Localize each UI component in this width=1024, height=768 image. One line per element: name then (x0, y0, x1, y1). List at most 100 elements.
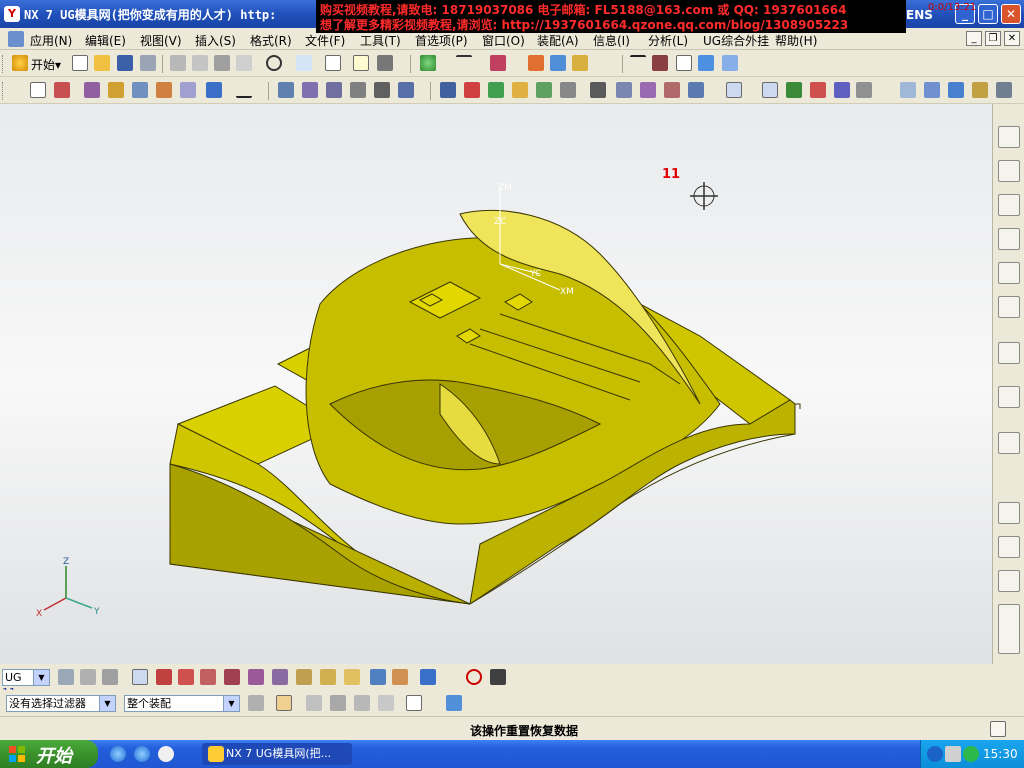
hole-icon[interactable] (572, 55, 588, 71)
resize-blend-icon[interactable] (536, 82, 552, 98)
taskbar-clock[interactable]: 15:30 (983, 747, 1018, 761)
arc-center-icon[interactable] (296, 669, 312, 685)
hd3d-tools-icon[interactable] (998, 262, 1020, 284)
system-scenes-icon[interactable] (998, 536, 1020, 558)
point-select-icon[interactable] (156, 669, 172, 685)
menu-item-edit[interactable]: 编辑(E) (85, 32, 126, 49)
mirror-icon[interactable] (132, 82, 148, 98)
offset-region-icon[interactable] (488, 82, 504, 98)
csys-icon[interactable] (420, 669, 436, 685)
intersection-snap-icon[interactable] (224, 669, 240, 685)
constraint-navigator-icon[interactable] (998, 160, 1020, 182)
extrude-icon[interactable] (528, 55, 544, 71)
curve-select-icon[interactable] (132, 669, 148, 685)
block-icon[interactable] (698, 55, 714, 71)
chevron-down-icon[interactable]: ▼ (33, 670, 49, 685)
menu-item-tools[interactable]: 工具(T) (360, 32, 401, 49)
lasso-icon[interactable] (330, 695, 346, 711)
menu-item-insert[interactable]: 插入(S) (195, 32, 236, 49)
cut-icon[interactable] (170, 55, 186, 71)
undo-icon[interactable] (266, 55, 282, 71)
zoom-icon[interactable] (972, 82, 988, 98)
menu-item-preferences[interactable]: 首选项(P) (415, 32, 468, 49)
menu-item-analysis[interactable]: 分析(L) (648, 32, 688, 49)
tray-network-icon[interactable] (963, 746, 979, 762)
new-file-icon[interactable] (72, 55, 88, 71)
rotate-icon[interactable] (996, 82, 1012, 98)
roles-icon[interactable] (998, 502, 1020, 524)
menu-item-help[interactable]: 帮助(H) (775, 32, 817, 49)
chevron-down-icon[interactable]: ▼ (223, 696, 239, 711)
browser-icon[interactable] (134, 746, 150, 762)
manufacturing-wizard-icon[interactable] (998, 570, 1020, 592)
midpoint-snap-icon[interactable] (200, 669, 216, 685)
point-icon[interactable] (456, 55, 472, 71)
grid-icon[interactable] (490, 669, 506, 685)
menu-item-ug-plugin[interactable]: UG综合外挂 (703, 32, 769, 49)
analysis-icon[interactable] (616, 82, 632, 98)
redo-icon[interactable] (296, 55, 312, 71)
taskbar-item-nx[interactable]: NX 7 UG模具网(把... (202, 743, 352, 765)
copy-icon[interactable] (192, 55, 208, 71)
face-select-icon[interactable] (58, 669, 74, 685)
datum-plane-icon[interactable] (490, 55, 506, 71)
mold-part-model[interactable]: ZM ZC YC XM 11 Z X Y (0, 104, 992, 664)
replace-face-icon[interactable] (512, 82, 528, 98)
type-selector[interactable]: UG ▼ (2, 669, 50, 686)
chain-icon[interactable] (354, 695, 370, 711)
chevron-down-icon[interactable]: ▼ (99, 696, 115, 711)
move-feature-icon[interactable] (326, 82, 342, 98)
rectangle-select-icon[interactable] (406, 695, 422, 711)
info-icon[interactable] (325, 55, 341, 71)
edit-feature-icon[interactable] (278, 82, 294, 98)
tangent-chain-icon[interactable] (378, 695, 394, 711)
view-triad[interactable]: Z X Y (36, 557, 100, 619)
doc-close-button[interactable]: ✕ (1004, 31, 1020, 46)
assembly-select-icon[interactable] (248, 695, 264, 711)
section-icon[interactable] (664, 82, 680, 98)
record-icon[interactable] (466, 669, 482, 685)
menu-app-icon[interactable] (8, 31, 24, 47)
edit-parameter-icon[interactable] (302, 82, 318, 98)
measure-icon[interactable] (590, 82, 606, 98)
close-button[interactable]: ✕ (1001, 4, 1021, 24)
delete-icon[interactable] (236, 55, 252, 71)
paste-icon[interactable] (214, 55, 230, 71)
doc-restore-button[interactable]: ❐ (985, 31, 1001, 46)
selection-scope-dropdown[interactable]: 整个装配 ▼ (124, 695, 240, 712)
synchronous-move-icon[interactable] (440, 82, 456, 98)
menu-item-view[interactable]: 视图(V) (140, 32, 182, 49)
suppress-icon[interactable] (350, 82, 366, 98)
assembly-navigator-icon[interactable] (998, 126, 1020, 148)
menu-item-information[interactable]: 信息(I) (593, 32, 630, 49)
pointer-icon[interactable] (306, 695, 322, 711)
fit-view-icon[interactable] (948, 82, 964, 98)
open-folder-icon[interactable] (94, 55, 110, 71)
snap-icon[interactable] (762, 82, 778, 98)
toolbar-grip[interactable] (2, 55, 5, 73)
tangent-icon[interactable] (320, 669, 336, 685)
curvature-icon[interactable] (640, 82, 656, 98)
tray-arrow-icon[interactable] (927, 746, 943, 762)
menu-item-format[interactable]: 格式(R) (250, 32, 292, 49)
center-snap-icon[interactable] (248, 669, 264, 685)
help-icon[interactable] (353, 55, 369, 71)
start-button[interactable]: 开始 (0, 740, 98, 768)
offset-icon[interactable] (108, 82, 124, 98)
sketch-task-icon[interactable] (30, 82, 46, 98)
quadrant-snap-icon[interactable] (272, 669, 288, 685)
menu-item-application[interactable]: 应用(N) (30, 32, 72, 49)
menu-item-assemblies[interactable]: 装配(A) (537, 32, 579, 49)
delete-face-icon[interactable] (560, 82, 576, 98)
fullscreen-icon[interactable] (990, 721, 1006, 737)
body-icon[interactable] (206, 82, 222, 98)
pattern-icon[interactable] (156, 82, 172, 98)
save-icon[interactable] (117, 55, 133, 71)
render-icon[interactable] (900, 82, 916, 98)
unsuppress-icon[interactable] (374, 82, 390, 98)
point-on-curve-icon[interactable] (370, 669, 386, 685)
perspective-icon[interactable] (924, 82, 940, 98)
trim-icon[interactable] (84, 82, 100, 98)
view-orient-icon[interactable] (688, 82, 704, 98)
sketch-curve-icon[interactable] (54, 82, 70, 98)
